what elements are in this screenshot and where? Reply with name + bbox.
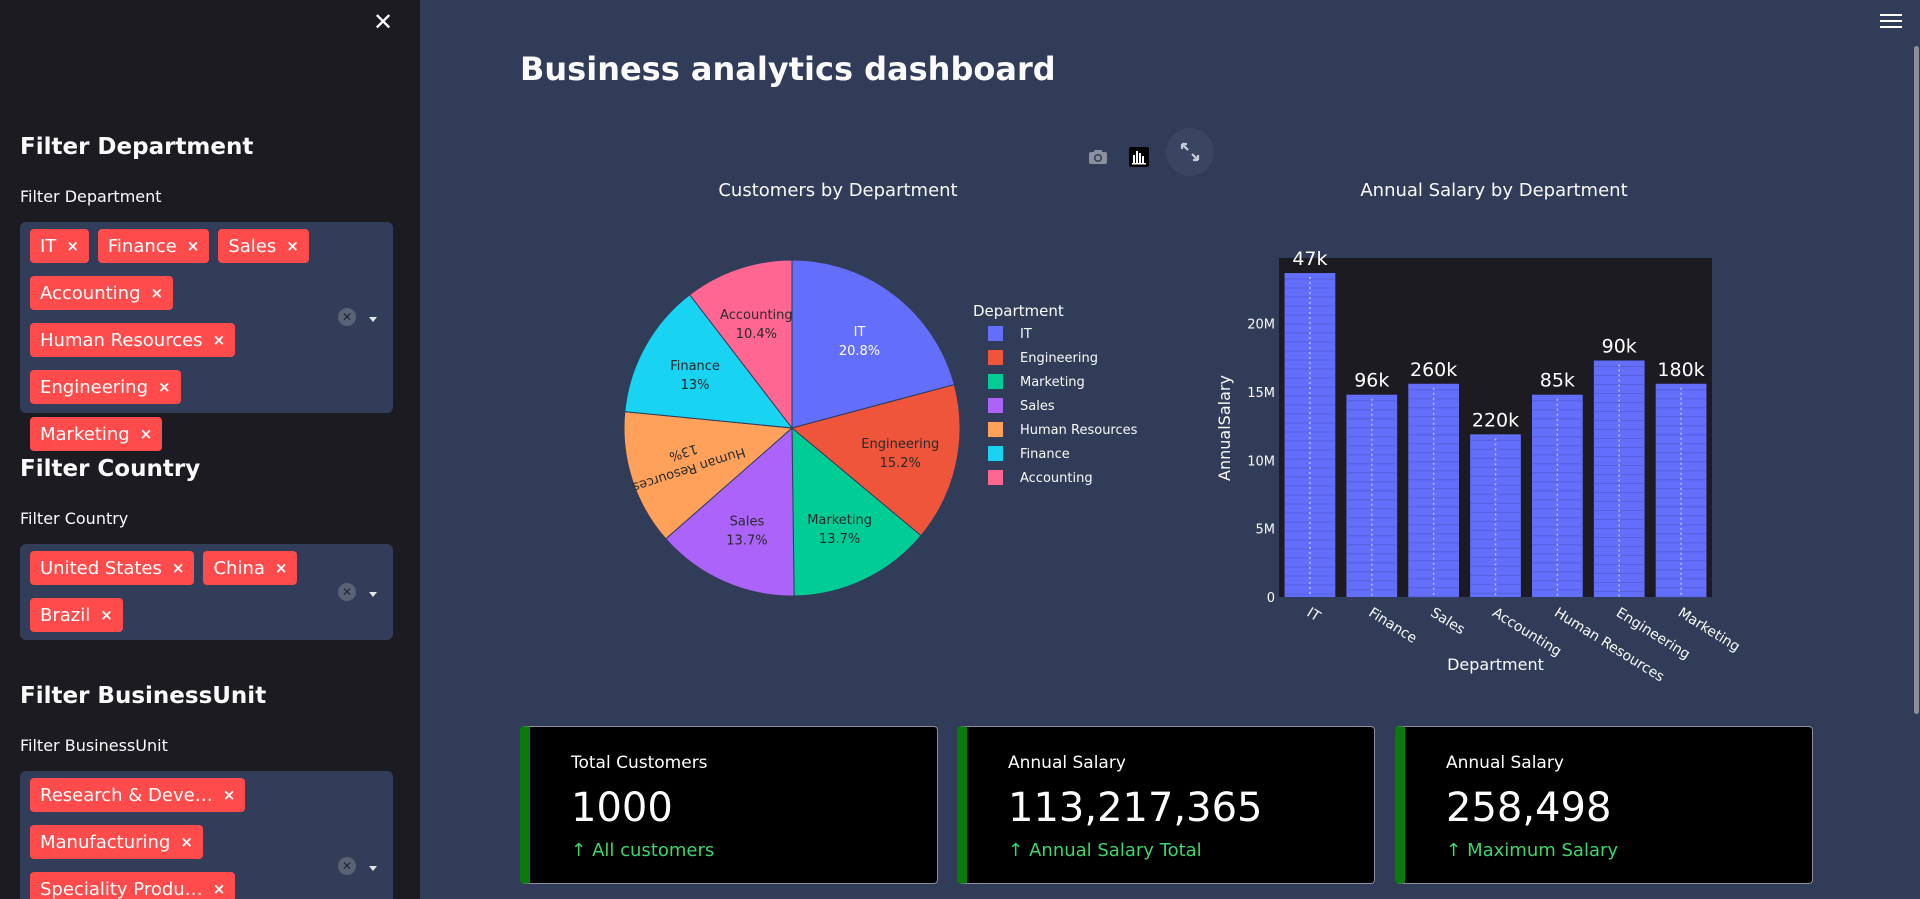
x-tick-label-finance: Finance — [1366, 605, 1420, 647]
bar-data-label-marketing: 180k — [1657, 359, 1704, 381]
legend-item-it: IT — [1020, 327, 1032, 342]
y-tick-label: 5M — [1256, 523, 1276, 538]
y-axis-title: AnnualSalary — [1215, 375, 1234, 481]
bar-chart-title: Annual Salary by Department — [1360, 180, 1627, 201]
legend-swatch-engineering — [988, 350, 1003, 365]
y-tick-label: 10M — [1247, 454, 1275, 469]
metric-value: 113,217,365 — [1008, 785, 1263, 831]
metric-delta: ↑ All customers — [571, 840, 715, 861]
pie-legend-title: Department — [973, 302, 1064, 320]
arrow-up-icon: ↑ — [571, 840, 587, 861]
pie-label-finance: Finance — [670, 359, 720, 374]
tag-research-development: Research & Deve… × — [30, 778, 246, 812]
remove-tag-icon[interactable]: × — [180, 833, 193, 851]
pie-label-sales: Sales — [730, 514, 765, 529]
y-tick-label: 15M — [1247, 386, 1275, 401]
bar-data-label-it: 47k — [1292, 248, 1327, 270]
legend-swatch-sales — [988, 398, 1003, 413]
legend-swatch-human-resources — [988, 422, 1003, 437]
legend-item-finance: Finance — [1020, 447, 1070, 462]
remove-tag-icon[interactable]: × — [213, 880, 226, 898]
x-tick-label-it: IT — [1304, 605, 1324, 626]
pie-label-it: IT — [854, 325, 866, 340]
pie-label-marketing: Marketing — [807, 513, 872, 528]
legend-swatch-finance — [988, 446, 1003, 461]
chevron-down-icon[interactable] — [369, 866, 377, 871]
bar-data-label-finance: 96k — [1354, 370, 1389, 392]
businessunit-tags: Research & Deve… × Manufacturing × Specialit… — [30, 778, 330, 899]
metric-value: 1000 — [571, 785, 673, 831]
tag-manufacturing: Manufacturing × — [30, 825, 203, 859]
filter-businessunit-label: Filter BusinessUnit — [20, 736, 168, 755]
metric-label: Annual Salary — [1446, 753, 1564, 773]
bar-data-label-sales: 260k — [1410, 359, 1457, 381]
metric-label: Annual Salary — [1008, 753, 1126, 773]
arrow-up-icon: ↑ — [1008, 840, 1024, 861]
bar-marketing — [1655, 383, 1707, 597]
metric-card-maximum-salary: Annual Salary 258,498 ↑ Maximum Salary — [1395, 726, 1813, 884]
clear-icon[interactable]: ✕ — [338, 857, 356, 875]
bar-sales — [1408, 383, 1460, 597]
arrow-up-icon: ↑ — [1446, 840, 1462, 861]
pie-chart-title: Customers by Department — [718, 180, 957, 201]
legend-item-marketing: Marketing — [1020, 375, 1085, 390]
metric-delta: ↑ Annual Salary Total — [1008, 840, 1202, 861]
metric-card-total-customers: Total Customers 1000 ↑ All customers — [520, 726, 938, 884]
pie-percent-accounting: 10.4% — [736, 327, 777, 342]
legend-swatch-marketing — [988, 374, 1003, 389]
y-tick-label: 0 — [1267, 591, 1275, 606]
legend-swatch-it — [988, 326, 1003, 341]
bar-data-label-human-resources: 85k — [1540, 370, 1575, 392]
legend-swatch-accounting — [988, 470, 1003, 485]
tag-speciality-products: Speciality Produ… × — [30, 872, 236, 899]
x-tick-label-human-resources: Human Resources — [1551, 605, 1667, 686]
legend-item-engineering: Engineering — [1020, 351, 1098, 366]
pie-label-engineering: Engineering — [861, 437, 939, 452]
legend-item-human-resources: Human Resources — [1020, 423, 1138, 438]
y-tick-label: 20M — [1247, 318, 1275, 333]
x-tick-label-accounting: Accounting — [1489, 605, 1564, 660]
legend-item-sales: Sales — [1020, 399, 1055, 414]
pie-percent-finance: 13% — [681, 378, 710, 393]
metric-label: Total Customers — [571, 753, 708, 773]
metric-delta: ↑ Maximum Salary — [1446, 840, 1619, 861]
pie-percent-it: 20.8% — [839, 344, 880, 359]
remove-tag-icon[interactable]: × — [223, 786, 236, 804]
pie-percent-marketing: 13.7% — [819, 532, 860, 547]
bar-data-label-accounting: 220k — [1472, 409, 1519, 431]
metric-value: 258,498 — [1446, 785, 1612, 831]
x-tick-label-sales: Sales — [1428, 605, 1468, 638]
legend-item-accounting: Accounting — [1020, 471, 1093, 486]
pie-percent-sales: 13.7% — [726, 533, 767, 548]
metric-card-annual-salary-total: Annual Salary 113,217,365 ↑ Annual Salary… — [957, 726, 1375, 884]
pie-percent-engineering: 15.2% — [880, 456, 921, 471]
bar-data-label-engineering: 90k — [1602, 336, 1637, 358]
businessunit-multiselect[interactable]: Research & Deve… × Manufacturing × Specialit… — [20, 771, 393, 899]
pie-label-accounting: Accounting — [720, 308, 793, 323]
x-axis-title: Department — [1447, 655, 1544, 674]
charts-canvas: Customers by Department IT 20.8% Engineerin… — [623, 180, 1743, 686]
